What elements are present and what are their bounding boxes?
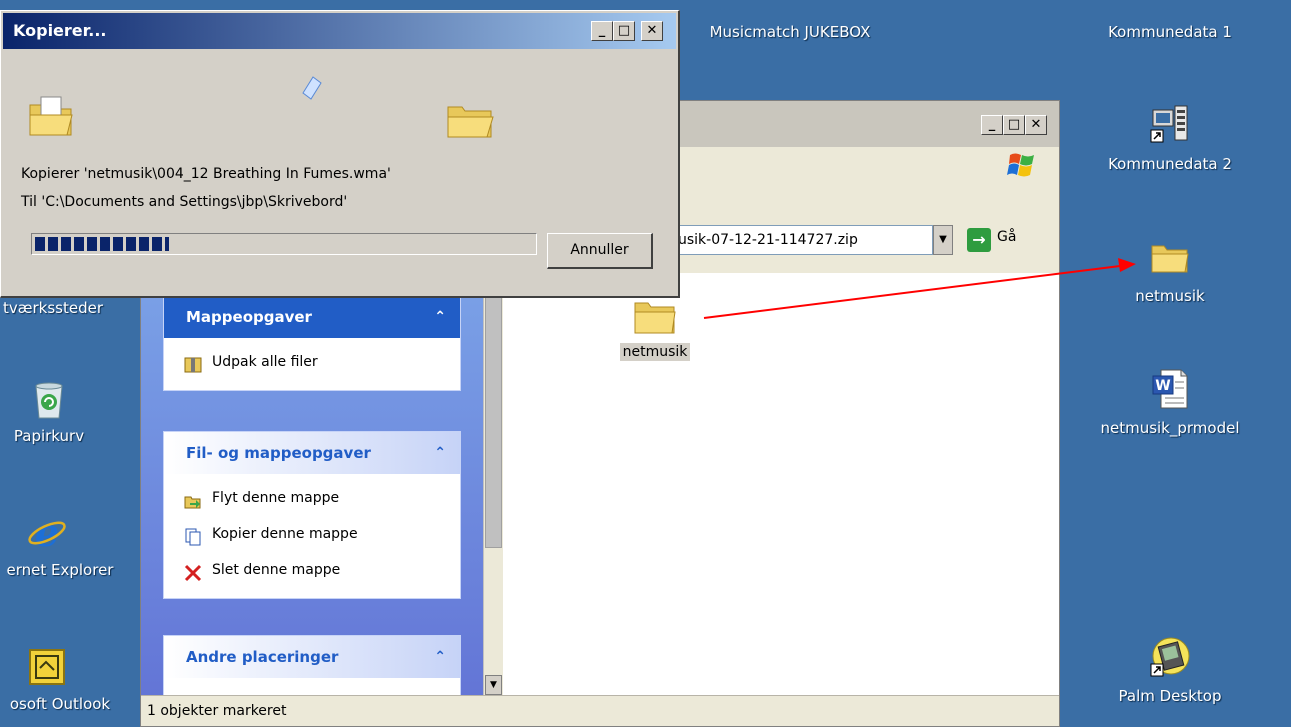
go-arrow-icon: → [967, 228, 991, 252]
flying-document-icon [297, 73, 325, 103]
task-section-title: Andre placeringer [186, 648, 339, 666]
status-text: 1 objekter markeret [147, 703, 287, 719]
palm-desktop-label: Palm Desktop [1118, 687, 1222, 705]
task-section-title: Mappeopgaver [186, 308, 312, 326]
copy-source-text: Kopierer 'netmusik\004_12 Breathing In F… [21, 166, 391, 182]
delete-x-icon [184, 560, 202, 582]
desktop-icon-netmusik-prmodel[interactable]: W netmusik_prmodel [1085, 368, 1255, 438]
word-document-icon: W [1149, 368, 1191, 410]
task-section-header[interactable]: Fil- og mappeopgaver ⌃ [164, 432, 460, 474]
task-section-title: Fil- og mappeopgaver [186, 444, 371, 462]
scroll-down-arrow-icon[interactable]: ▼ [485, 675, 502, 695]
computer-shortcut-icon [1149, 104, 1191, 146]
internet-explorer-label: ernet Explorer [6, 561, 114, 579]
task-pane: Mappeopgaver ⌃ Udpak alle filer Fil- og … [141, 273, 483, 697]
task-item-label: Flyt denne mappe [212, 490, 340, 506]
source-folder-icon [27, 93, 75, 139]
collapse-chevron-icon[interactable]: ⌃ [434, 432, 446, 474]
task-section-andre-placeringer: Andre placeringer ⌃ [163, 635, 461, 697]
cancel-button[interactable]: Annuller [547, 233, 653, 269]
desktop-icon-netmusik[interactable]: netmusik [1085, 236, 1255, 306]
go-label: Gå [997, 229, 1017, 245]
folder-icon [632, 293, 678, 337]
task-section-mappeopgaver: Mappeopgaver ⌃ Udpak alle filer [163, 295, 461, 391]
copy-folder-icon [184, 524, 202, 546]
task-section-header[interactable]: Mappeopgaver ⌃ [164, 296, 460, 338]
desktop-icon-vaerkssteder[interactable]: tværkssteder [0, 298, 140, 318]
task-flyt-denne-mappe[interactable]: Flyt denne mappe [164, 480, 460, 516]
dialog-maximize-button[interactable]: □ [613, 21, 635, 41]
destination-folder-icon [445, 95, 497, 141]
collapse-chevron-icon[interactable]: ⌃ [434, 636, 446, 678]
move-folder-icon [184, 488, 202, 509]
go-button[interactable]: → Gå [967, 225, 1047, 255]
dialog-close-button[interactable]: ✕ [641, 21, 663, 41]
progress-fill [35, 237, 170, 251]
folder-netmusik[interactable]: netmusik [603, 293, 707, 361]
netmusik-prmodel-label: netmusik_prmodel [1100, 419, 1240, 437]
dialog-minimize-button[interactable]: _ [591, 21, 613, 41]
scrollbar-thumb[interactable] [485, 273, 502, 548]
task-udpak-alle-filer[interactable]: Udpak alle filer [164, 344, 460, 380]
kommunedata-2-label: Kommunedata 2 [1108, 155, 1232, 173]
address-input[interactable]: usik-07-12-21-114727.zip [671, 225, 933, 255]
desktop-icon-internet-explorer[interactable]: e ernet Explorer [0, 510, 120, 580]
explorer-minimize-button[interactable]: _ [981, 115, 1003, 135]
task-item-label: Slet denne mappe [212, 562, 341, 578]
desktop-icon-palm-desktop[interactable]: Palm Desktop [1085, 636, 1255, 706]
task-item-label: Udpak alle filer [212, 354, 318, 370]
task-section-fil-og-mappeopgaver: Fil- og mappeopgaver ⌃ Flyt denne mappe … [163, 431, 461, 599]
outlook-label: osoft Outlook [9, 695, 111, 713]
task-item-label: Kopier denne mappe [212, 526, 358, 542]
task-section-header[interactable]: Andre placeringer ⌃ [164, 636, 460, 678]
svg-text:W: W [1155, 378, 1170, 394]
folder-icon [1149, 236, 1191, 278]
musicmatch-label: Musicmatch JUKEBOX [709, 23, 871, 41]
desktop-icon-outlook[interactable]: osoft Outlook [0, 646, 120, 714]
address-dropdown-button[interactable]: ▼ [933, 225, 953, 255]
file-list-pane[interactable]: netmusik [503, 273, 1059, 697]
desktop-icon-kommunedata-1[interactable]: Kommunedata 1 [1085, 0, 1255, 42]
extract-zip-icon [184, 352, 202, 373]
svg-text:e: e [35, 512, 59, 554]
task-slet-denne-mappe[interactable]: Slet denne mappe [164, 552, 460, 588]
dialog-title-bar[interactable]: Kopierer... [3, 13, 676, 49]
explorer-close-button[interactable]: ✕ [1025, 115, 1047, 135]
outlook-icon [26, 646, 68, 688]
papirkurv-label: Papirkurv [13, 427, 85, 445]
kommunedata-1-label: Kommunedata 1 [1108, 23, 1232, 41]
copy-destination-text: Til 'C:\Documents and Settings\jbp\Skriv… [21, 194, 348, 210]
collapse-chevron-icon[interactable]: ⌃ [434, 296, 446, 338]
desktop-icon-papirkurv[interactable]: Papirkurv [0, 378, 98, 446]
netmusik-desktop-label: netmusik [1135, 287, 1205, 305]
vaerkssteder-label: tværkssteder [3, 299, 103, 317]
task-pane-scrollbar[interactable]: ▼ [483, 273, 503, 697]
copy-progress-dialog[interactable]: Kopierer... _ □ ✕ Kopierer 'netmusik\004… [0, 10, 680, 298]
windows-logo-icon [1007, 151, 1037, 179]
desktop-icon-musicmatch[interactable]: Musicmatch JUKEBOX [690, 0, 890, 42]
copy-progress-bar [31, 233, 537, 255]
task-kopier-denne-mappe[interactable]: Kopier denne mappe [164, 516, 460, 552]
status-bar: 1 objekter markeret [141, 695, 1059, 726]
recycle-bin-icon [28, 378, 70, 420]
desktop-icon-kommunedata-2[interactable]: Kommunedata 2 [1085, 104, 1255, 174]
internet-explorer-icon: e [26, 510, 68, 555]
dialog-title: Kopierer... [13, 21, 107, 40]
palm-desktop-icon [1149, 636, 1191, 678]
folder-label: netmusik [619, 343, 691, 361]
explorer-maximize-button[interactable]: □ [1003, 115, 1025, 135]
